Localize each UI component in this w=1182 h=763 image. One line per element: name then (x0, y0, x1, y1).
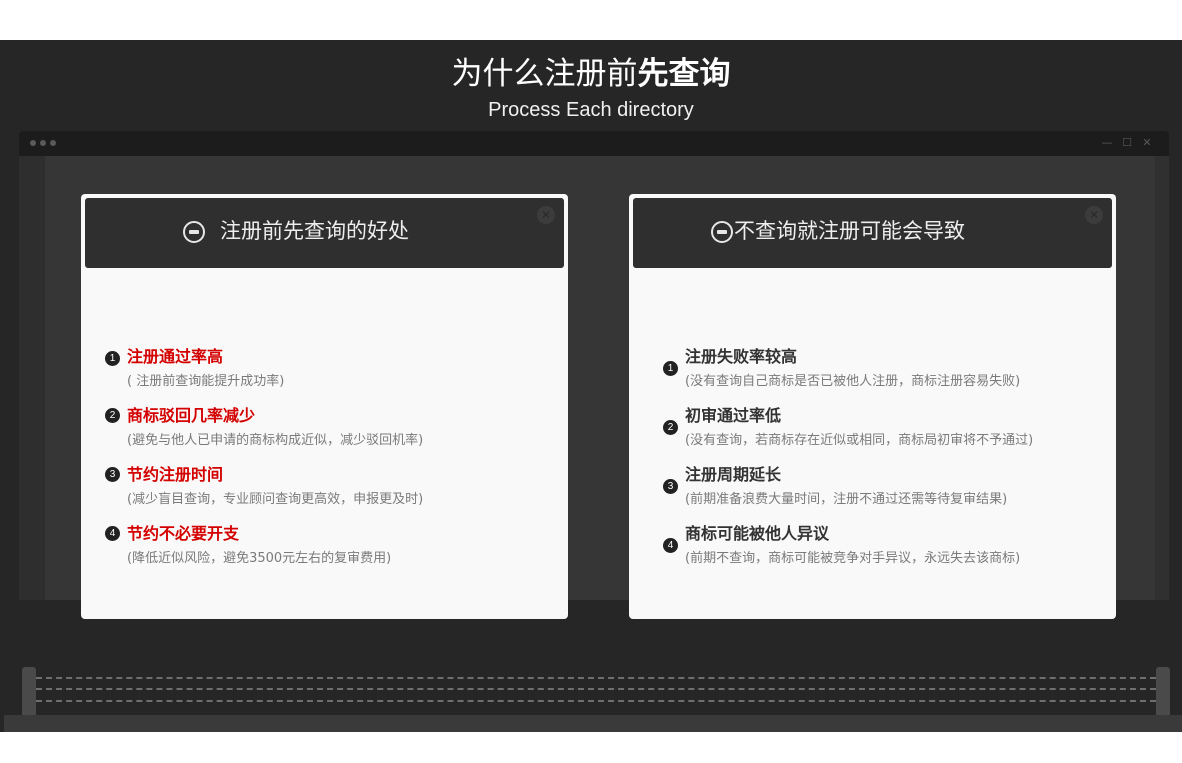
item-title: 商标可能被他人异议 (685, 524, 830, 543)
item-description: (降低近似风险，避免3500元左右的复审费用) (127, 551, 392, 566)
browser-sidebar (19, 156, 45, 600)
window-dots (30, 140, 56, 146)
section-title: 为什么注册前先查询 (451, 56, 731, 92)
number-badge: 3 (663, 479, 678, 494)
minus-circle-icon (183, 221, 205, 243)
number-badge: 1 (663, 361, 678, 376)
number-badge: 2 (105, 408, 120, 423)
minimize-icon: — (1101, 136, 1113, 149)
benefits-card-title: 注册前先查询的好处 (220, 219, 409, 243)
close-window-icon: ✕ (1142, 136, 1152, 149)
number-badge: 1 (105, 351, 120, 366)
ring-rope (36, 700, 1156, 702)
number-badge: 2 (663, 420, 678, 435)
ring-rope (36, 688, 1156, 690)
item-title: 节约不必要开支 (127, 524, 240, 543)
maximize-icon: ☐ (1122, 136, 1132, 149)
item-title: 注册通过率高 (127, 347, 224, 366)
item-description: (前期准备浪费大量时间，注册不通过还需等待复审结果) (685, 492, 1008, 507)
number-badge: 3 (105, 467, 120, 482)
close-icon: ✕ (1085, 206, 1103, 224)
item-title: 注册周期延长 (685, 465, 782, 484)
ring-floor (4, 715, 1182, 732)
item-title: 商标驳回几率减少 (127, 406, 256, 425)
benefits-card-header: 注册前先查询的好处 ✕ (85, 198, 564, 268)
browser-title-bar: — ☐ ✕ (19, 131, 1169, 156)
ring-rope (36, 677, 1156, 679)
minus-circle-icon (711, 221, 733, 243)
item-title: 初审通过率低 (685, 406, 782, 425)
close-icon: ✕ (537, 206, 555, 224)
item-title: 节约注册时间 (127, 465, 224, 484)
risks-card-title: 不查询就注册可能会导致 (734, 219, 965, 243)
item-title: 注册失败率较高 (685, 347, 798, 366)
item-description: (减少盲目查询，专业顾问查询更高效，申报更及时) (127, 492, 424, 507)
risks-card: 不查询就注册可能会导致 ✕ 1 注册失败率较高 (没有查询自己商标是否已被他人注… (629, 194, 1116, 619)
item-description: (避免与他人已申请的商标构成近似，减少驳回机率) (127, 433, 424, 448)
risks-card-header: 不查询就注册可能会导致 ✕ (633, 198, 1112, 268)
number-badge: 4 (663, 538, 678, 553)
benefits-card: 注册前先查询的好处 ✕ 1 注册通过率高 ( 注册前查询能提升成功率) 2 商标… (81, 194, 568, 619)
item-description: (没有查询，若商标存在近似或相同，商标局初审将不予通过) (685, 433, 1034, 448)
section-subtitle: Process Each directory (488, 99, 694, 121)
number-badge: 4 (105, 526, 120, 541)
browser-scrollbar (1155, 156, 1169, 600)
item-description: (没有查询自己商标是否已被他人注册，商标注册容易失败) (685, 374, 1021, 389)
window-controls: — ☐ ✕ (1101, 137, 1153, 149)
item-description: ( 注册前查询能提升成功率) (127, 374, 285, 389)
item-description: (前期不查询，商标可能被竞争对手异议，永远失去该商标) (685, 551, 1021, 566)
